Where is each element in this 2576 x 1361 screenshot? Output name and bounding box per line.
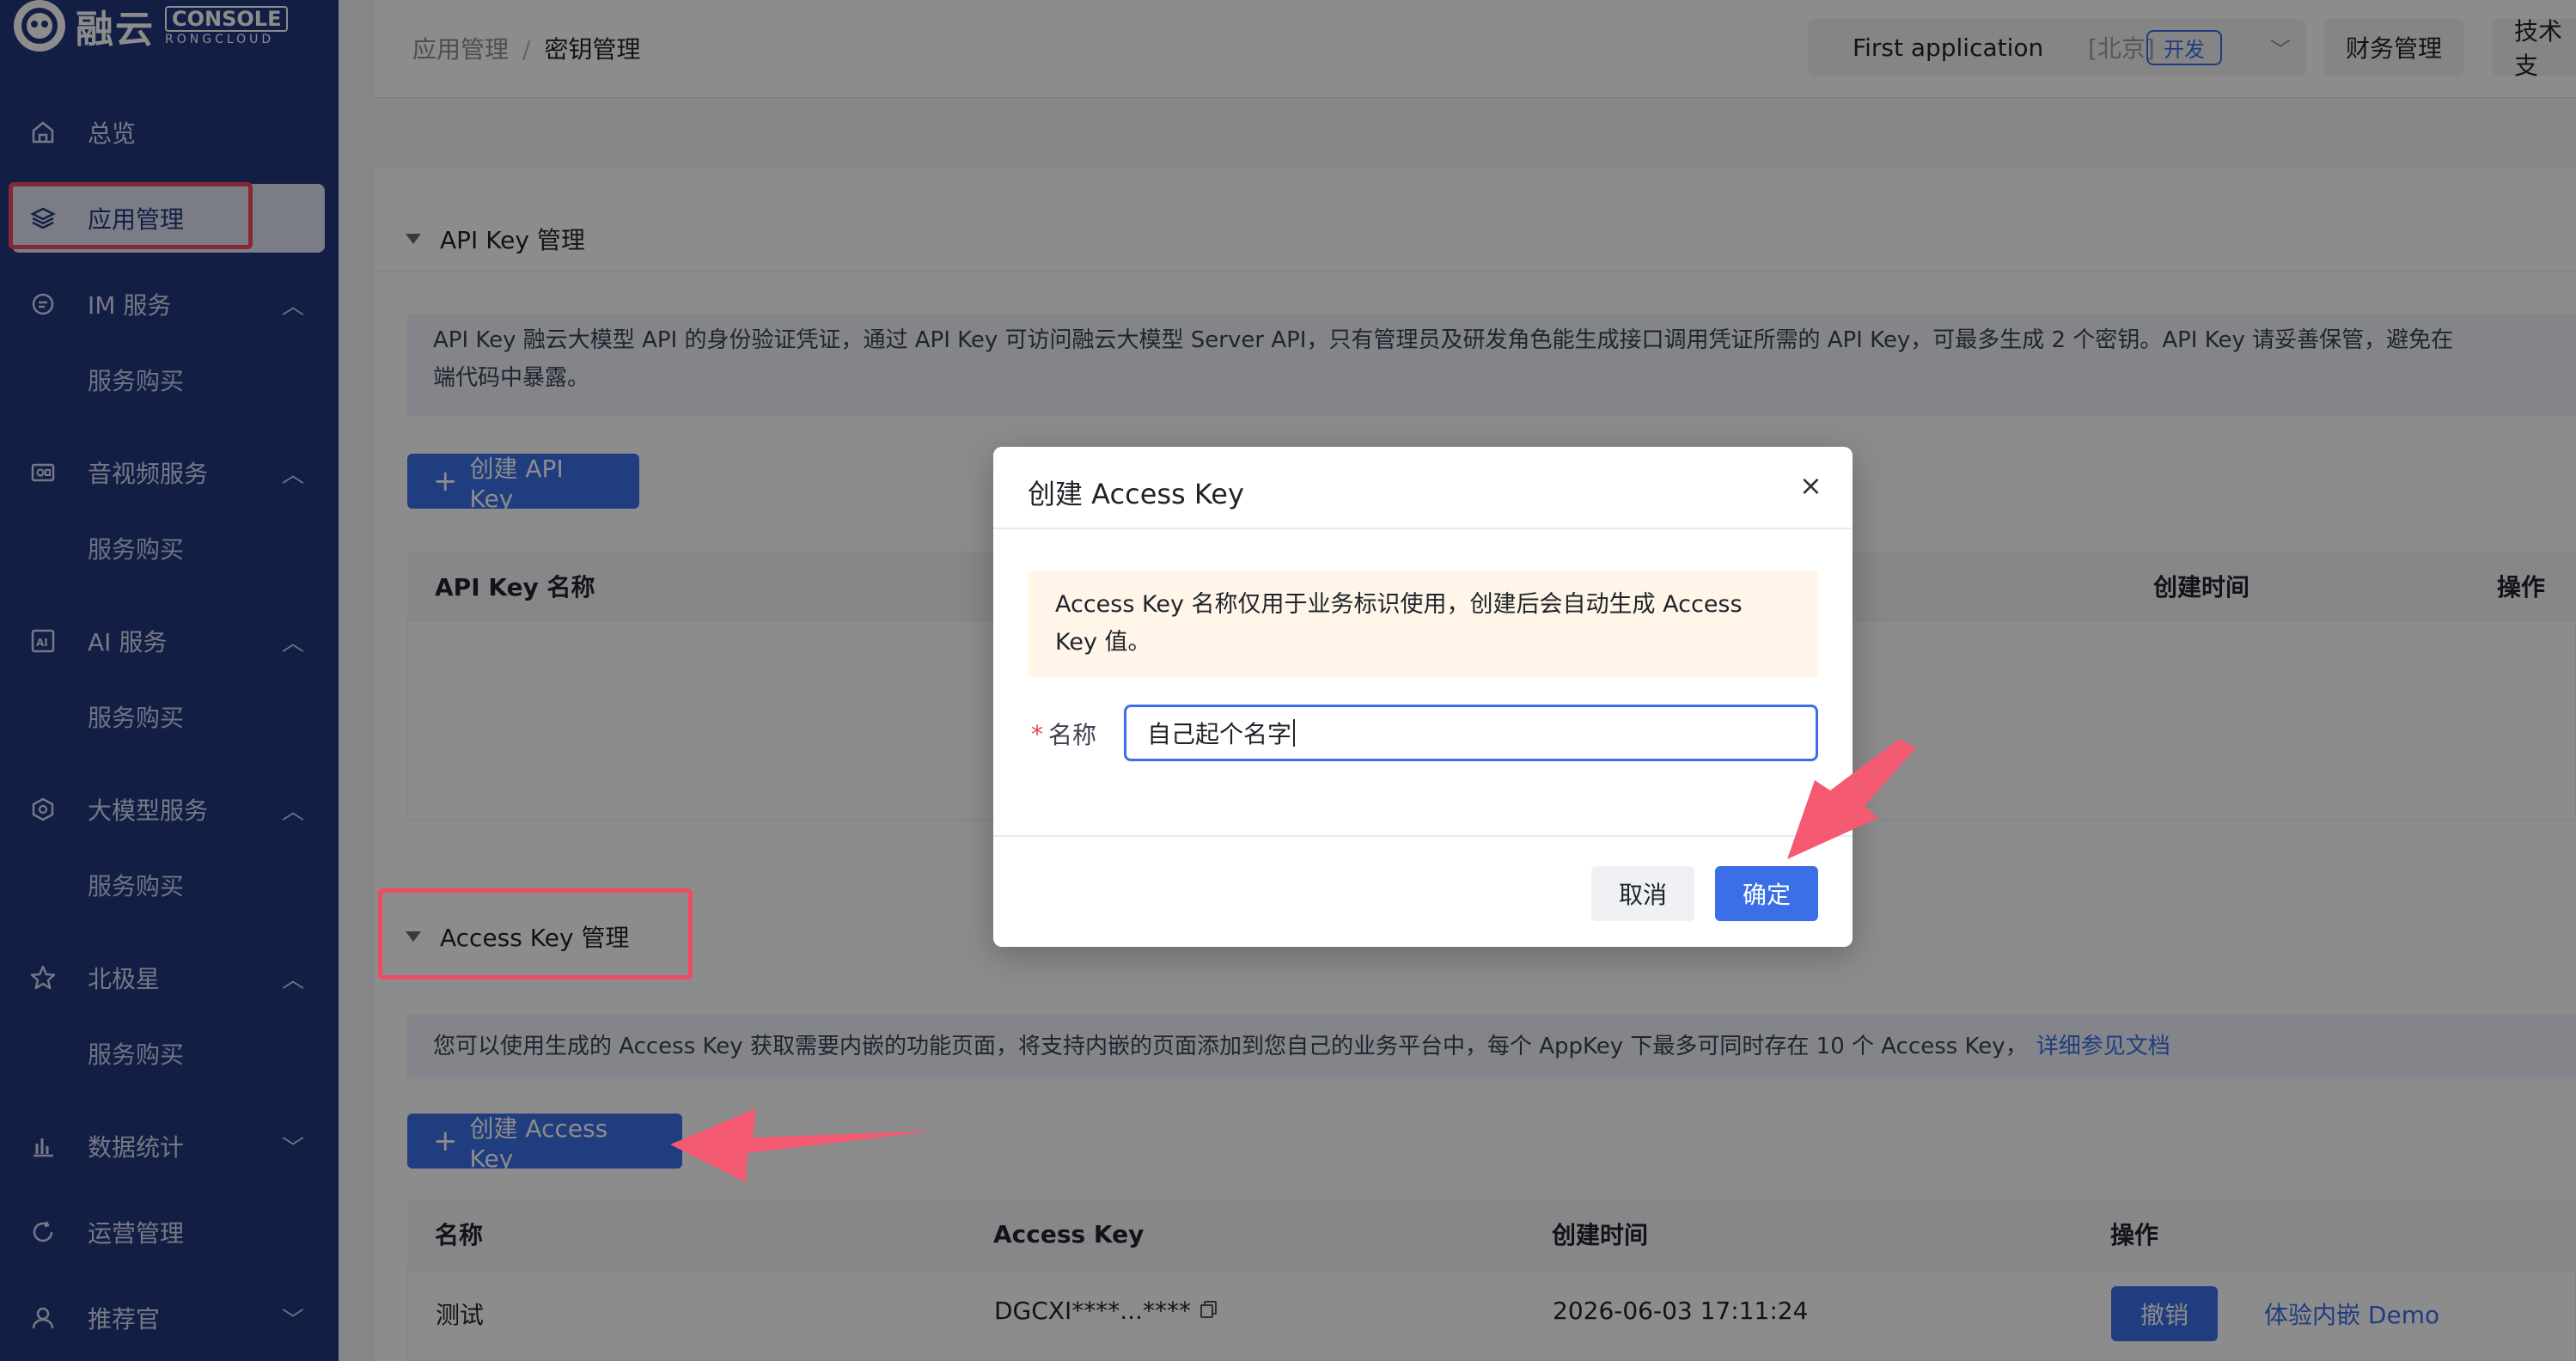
modal-divider bbox=[993, 528, 1853, 529]
annotation-arrow-create-access-key bbox=[670, 1108, 937, 1182]
notice-line: Key 值。 bbox=[1055, 629, 1151, 656]
required-mark: * bbox=[1031, 720, 1043, 748]
name-label: 名称 bbox=[1048, 721, 1097, 749]
name-input[interactable]: 自己起个名字 bbox=[1124, 705, 1818, 761]
modal-title: 创建 Access Key bbox=[1028, 478, 1244, 510]
cancel-button[interactable]: 取消 bbox=[1591, 866, 1694, 921]
modal-notice: Access Key 名称仅用于业务标识使用，创建后会自动生成 Access K… bbox=[1028, 571, 1818, 677]
text-caret bbox=[1293, 719, 1296, 747]
modal-footer-divider bbox=[993, 835, 1853, 837]
annotation-arrow-confirm bbox=[1787, 739, 1916, 859]
create-access-key-modal: 创建 Access Key × Access Key 名称仅用于业务标识使用，创… bbox=[993, 447, 1853, 947]
notice-line: Access Key 名称仅用于业务标识使用，创建后会自动生成 Access bbox=[1055, 591, 1743, 618]
name-input-value: 自己起个名字 bbox=[1147, 720, 1292, 748]
close-icon[interactable]: × bbox=[1799, 469, 1822, 502]
